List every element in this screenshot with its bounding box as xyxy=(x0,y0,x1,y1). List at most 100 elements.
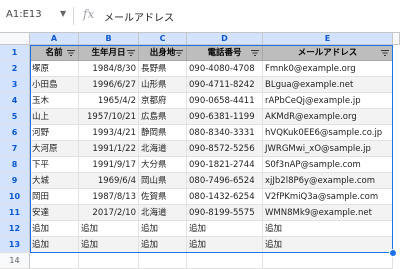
table-cell[interactable]: 北海道 xyxy=(139,205,187,221)
row-header-2[interactable]: 2 xyxy=(0,61,30,77)
table-cell[interactable]: 1969/6/4 xyxy=(79,173,139,189)
table-cell[interactable]: 静岡県 xyxy=(139,125,187,141)
table-cell[interactable]: 大城 xyxy=(30,173,79,189)
row-header-5[interactable]: 5 xyxy=(0,109,30,125)
table-cell[interactable]: 080-7496-6524 xyxy=(187,173,263,189)
table-cell[interactable]: 小田島 xyxy=(30,77,79,93)
table-cell[interactable]: 090-0658-4411 xyxy=(187,93,263,109)
filter-icon[interactable] xyxy=(175,50,183,56)
table-cell[interactable]: 佐賀県 xyxy=(139,189,187,205)
row-header-1[interactable]: 1 xyxy=(0,45,30,61)
table-cell[interactable]: 1965/4/2 xyxy=(79,93,139,109)
table-cell[interactable]: 1984/8/30 xyxy=(79,61,139,77)
row-header-6[interactable]: 6 xyxy=(0,125,30,141)
table-cell[interactable]: 追加 xyxy=(30,237,79,253)
table-cell[interactable]: BLgua@example.net xyxy=(263,77,393,93)
table-cell[interactable]: 京都府 xyxy=(139,93,187,109)
table-cell[interactable]: 岡山県 xyxy=(139,173,187,189)
name-box-dropdown-icon[interactable]: ▼ xyxy=(60,9,66,18)
table-header-cell[interactable]: 電話番号 xyxy=(187,45,263,61)
formula-input[interactable]: メールアドレス xyxy=(104,9,174,24)
table-cell[interactable]: 追加 xyxy=(139,221,187,237)
table-cell[interactable]: JWRGMwi_xO@sample.jp xyxy=(263,141,393,157)
row-header-14[interactable]: 14 xyxy=(0,253,30,269)
empty-cell[interactable] xyxy=(79,253,139,269)
table-cell[interactable]: 2017/2/10 xyxy=(79,205,139,221)
table-cell[interactable]: 1987/8/13 xyxy=(79,189,139,205)
table-cell[interactable]: 080-8340-3331 xyxy=(187,125,263,141)
table-cell[interactable]: 追加 xyxy=(263,237,393,253)
filter-icon[interactable] xyxy=(381,50,389,56)
table-cell[interactable]: 1991/9/17 xyxy=(79,157,139,173)
table-header-cell[interactable]: 生年月日 xyxy=(79,45,139,61)
filter-icon[interactable] xyxy=(127,50,135,56)
table-cell[interactable]: 追加 xyxy=(187,237,263,253)
table-cell[interactable]: S0f3nAP@sample.com xyxy=(263,157,393,173)
column-header-c[interactable]: C xyxy=(139,33,187,45)
row-header-9[interactable]: 9 xyxy=(0,173,30,189)
table-cell[interactable]: 1957/10/21 xyxy=(79,109,139,125)
table-cell[interactable]: 追加 xyxy=(187,221,263,237)
table-cell[interactable]: 塚原 xyxy=(30,61,79,77)
table-cell[interactable]: 090-4711-8242 xyxy=(187,77,263,93)
table-cell[interactable]: 090-8572-5256 xyxy=(187,141,263,157)
column-header-a[interactable]: A xyxy=(30,33,79,45)
empty-cell[interactable] xyxy=(30,253,79,269)
filter-icon[interactable] xyxy=(251,50,259,56)
name-box[interactable]: A1:E13 xyxy=(6,9,42,20)
table-header-cell[interactable]: 名前 xyxy=(30,45,79,61)
table-cell[interactable]: 追加 xyxy=(30,221,79,237)
table-cell[interactable]: 1993/4/21 xyxy=(79,125,139,141)
table-cell[interactable]: 090-6381-1199 xyxy=(187,109,263,125)
table-cell[interactable]: 北海道 xyxy=(139,141,187,157)
row-header-11[interactable]: 11 xyxy=(0,205,30,221)
table-cell[interactable]: V2fPKmiQ3a@sample.com xyxy=(263,189,393,205)
table-cell[interactable]: 1996/6/27 xyxy=(79,77,139,93)
empty-cell[interactable] xyxy=(263,253,393,269)
table-cell[interactable]: 河野 xyxy=(30,125,79,141)
column-header-e[interactable]: E xyxy=(263,33,393,45)
table-cell[interactable]: 追加 xyxy=(79,237,139,253)
table-cell[interactable]: hVQKuk0EE6@sample.co.jp xyxy=(263,125,393,141)
filter-icon[interactable] xyxy=(67,50,75,56)
table-cell[interactable]: 山上 xyxy=(30,109,79,125)
column-header-d[interactable]: D xyxy=(187,33,263,45)
table-cell[interactable]: 岡田 xyxy=(30,189,79,205)
row-header-7[interactable]: 7 xyxy=(0,141,30,157)
table-cell[interactable]: xjJb2l8P6y@example.com xyxy=(263,173,393,189)
column-header-b[interactable]: B xyxy=(79,33,139,45)
table-cell[interactable]: 下平 xyxy=(30,157,79,173)
table-cell[interactable]: 090-1821-2744 xyxy=(187,157,263,173)
table-cell[interactable]: WMN8Mk9@example.net xyxy=(263,205,393,221)
table-cell[interactable]: 広島県 xyxy=(139,109,187,125)
table-cell[interactable]: Fmnk0@example.org xyxy=(263,61,393,77)
row-header-4[interactable]: 4 xyxy=(0,93,30,109)
table-cell[interactable]: AKMdR@example.org xyxy=(263,109,393,125)
fill-handle[interactable] xyxy=(389,249,397,257)
table-header-cell[interactable]: 出身地 xyxy=(139,45,187,61)
row-header-13[interactable]: 13 xyxy=(0,237,30,253)
table-cell[interactable]: 大分県 xyxy=(139,157,187,173)
table-header-cell[interactable]: メールアドレス xyxy=(263,45,393,61)
table-cell[interactable]: 080-1432-6254 xyxy=(187,189,263,205)
table-cell[interactable]: 玉木 xyxy=(30,93,79,109)
table-cell[interactable]: 1991/1/22 xyxy=(79,141,139,157)
table-cell[interactable]: 追加 xyxy=(139,237,187,253)
table-cell[interactable]: 大河原 xyxy=(30,141,79,157)
table-cell[interactable]: 追加 xyxy=(263,221,393,237)
table-cell[interactable]: 追加 xyxy=(79,221,139,237)
spreadsheet-grid[interactable]: A B C D E 1 2 3 4 5 6 7 8 9 10 11 12 13 14 名前 生年月日 出身地 電話番号 メール… xyxy=(0,33,400,269)
table-cell[interactable]: 090-4080-4708 xyxy=(187,61,263,77)
row-header-12[interactable]: 12 xyxy=(0,221,30,237)
empty-cell[interactable] xyxy=(139,253,187,269)
table-cell[interactable]: rAPbCeQj@example.jp xyxy=(263,93,393,109)
select-all-corner[interactable] xyxy=(0,33,30,45)
row-header-10[interactable]: 10 xyxy=(0,189,30,205)
table-cell[interactable]: 安達 xyxy=(30,205,79,221)
table-cell[interactable]: 長野県 xyxy=(139,61,187,77)
row-header-3[interactable]: 3 xyxy=(0,77,30,93)
table-cell[interactable]: 090-8199-5575 xyxy=(187,205,263,221)
empty-cell[interactable] xyxy=(187,253,263,269)
table-cell[interactable]: 山形県 xyxy=(139,77,187,93)
row-header-8[interactable]: 8 xyxy=(0,157,30,173)
